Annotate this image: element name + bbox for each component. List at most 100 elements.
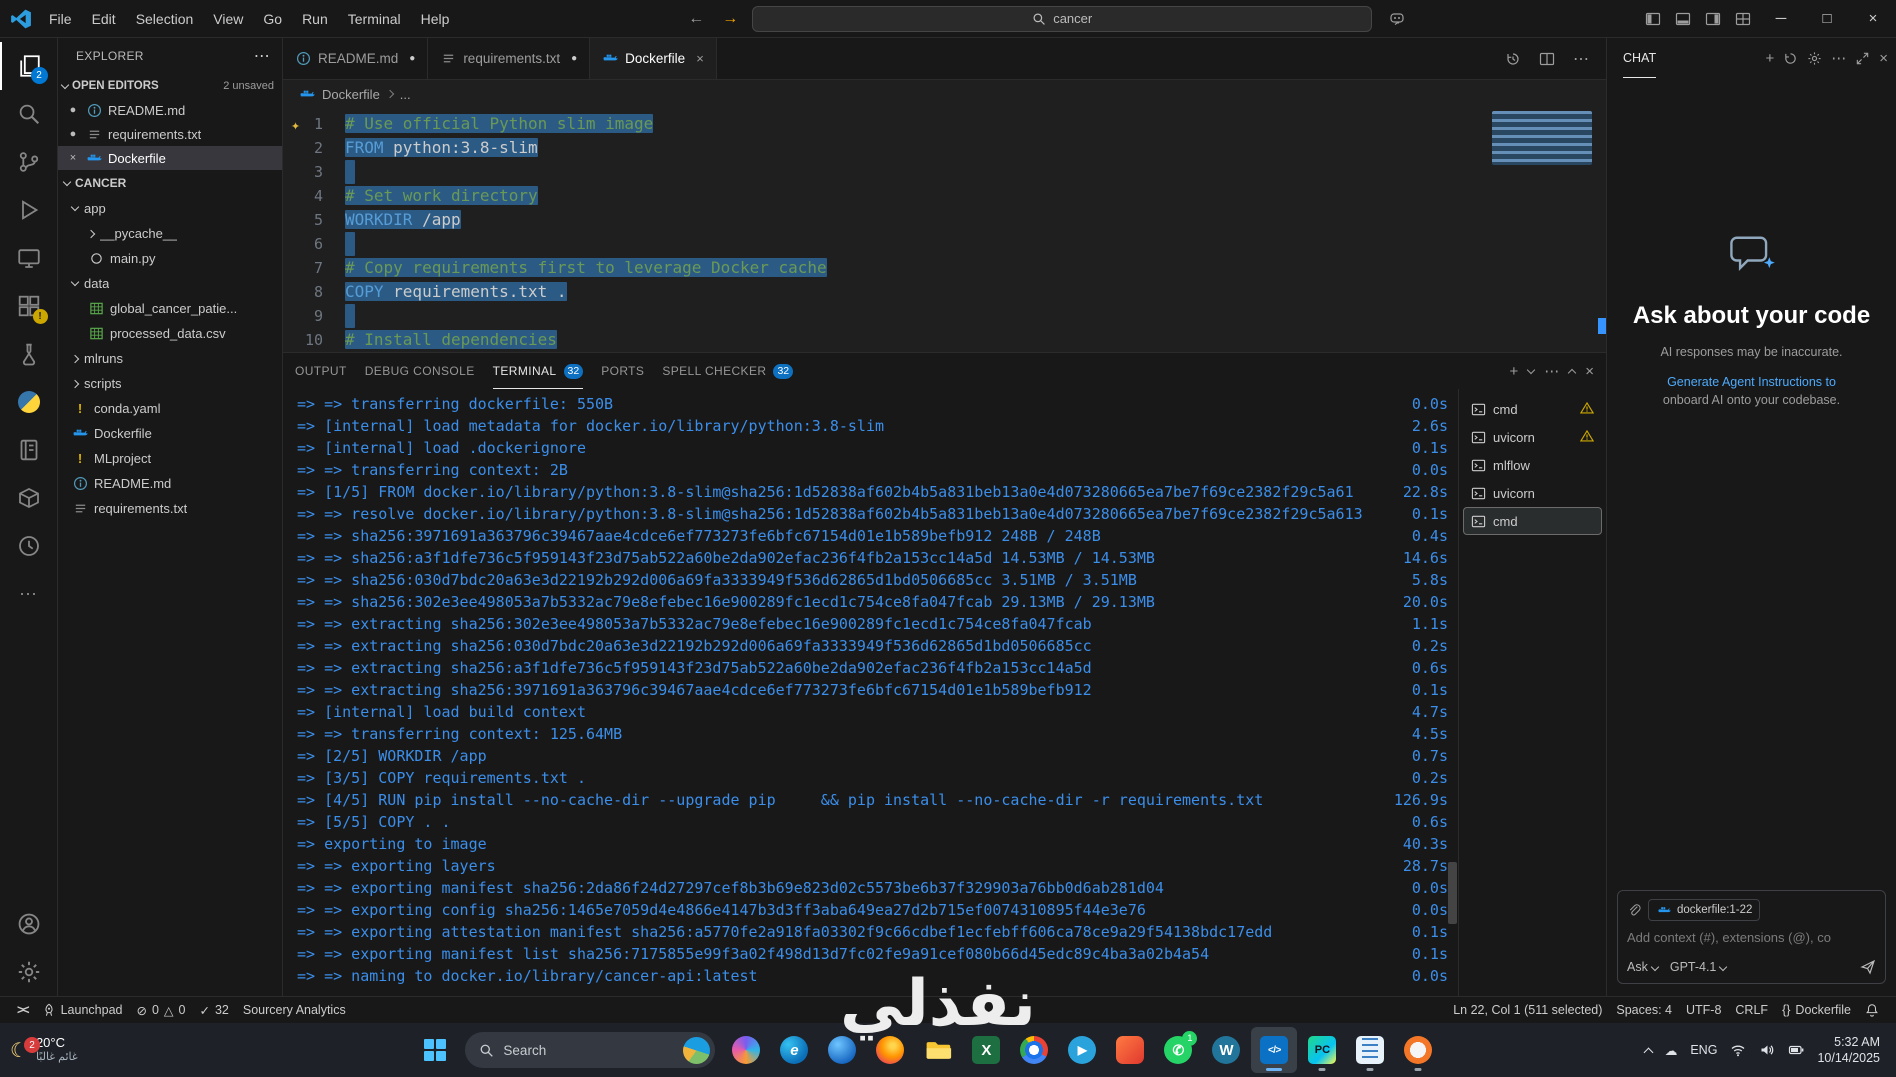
activity-history[interactable] [0,522,58,570]
terminal-scrollbar[interactable] [1446,389,1458,996]
mode-dropdown[interactable]: Ask [1627,960,1660,974]
tab-requirements.txt[interactable]: requirements.txt ● [428,38,591,79]
split-editor-icon[interactable] [1532,44,1562,74]
modified-dot[interactable]: ● [66,128,80,140]
tree-item-processed_data.csv[interactable]: processed_data.csv [58,321,282,346]
menu-terminal[interactable]: Terminal [339,7,410,31]
maximize-button[interactable]: □ [1804,0,1850,37]
taskbar-vscode[interactable]: </> [1251,1027,1298,1073]
tab-Dockerfile[interactable]: Dockerfile × [590,38,717,79]
language-indicator[interactable]: ENG [1690,1043,1717,1057]
taskbar-copilot[interactable] [723,1027,769,1073]
close-icon[interactable]: × [696,51,704,66]
open-editor-README.md[interactable]: ● README.md [58,98,282,122]
notifications-bell[interactable] [1858,997,1886,1023]
panel-tab-debug-console[interactable]: DEBUG CONSOLE [365,353,475,389]
close-panel-icon[interactable]: × [1585,363,1594,380]
taskbar-telegram[interactable]: ▶ [1059,1027,1105,1073]
layout-sidebar-right-icon[interactable] [1698,4,1728,34]
terminal-session-uvicorn[interactable]: uvicorn [1463,423,1602,451]
activity-account[interactable] [0,900,58,948]
wifi-icon[interactable] [1730,1042,1746,1058]
taskbar-search[interactable]: Search [465,1032,716,1068]
activity-extensions[interactable]: ! [0,282,58,330]
onedrive-cloud-icon[interactable]: ☁ [1665,1043,1678,1058]
open-editors-header[interactable]: OPEN EDITORS 2 unsaved [58,74,282,98]
minimap[interactable] [1492,111,1592,165]
chat-settings-icon[interactable] [1807,51,1822,66]
sourcery-status[interactable]: Sourcery Analytics [236,997,353,1023]
activity-source-control[interactable] [0,138,58,186]
paperclip-icon[interactable] [1627,903,1641,917]
launchpad-status[interactable]: Launchpad [35,997,130,1023]
explorer-more-icon[interactable]: ⋯ [254,46,270,66]
send-icon[interactable] [1860,959,1876,975]
activity-remote-explorer[interactable] [0,234,58,282]
panel-tab-terminal[interactable]: TERMINAL 32 [493,353,584,389]
tree-item-global_cancer_patie...[interactable]: global_cancer_patie... [58,296,282,321]
tree-item-MLproject[interactable]: ! MLproject [58,446,282,471]
panel-tab-ports[interactable]: PORTS [601,353,644,389]
taskbar-jupyter[interactable] [1395,1027,1441,1073]
history-icon[interactable] [1498,44,1528,74]
menu-selection[interactable]: Selection [127,7,203,31]
terminal-session-uvicorn[interactable]: uvicorn [1463,479,1602,507]
copilot-sparkle-icon[interactable]: ✦ [291,116,300,134]
menu-go[interactable]: Go [254,7,291,31]
remote-indicator[interactable]: >< [10,997,35,1023]
problems-status[interactable]: ⊘ 0 △ 0 [129,997,192,1023]
chat-input-box[interactable]: dockerfile:1-22 Add context (#), extensi… [1617,890,1886,984]
activity-testing[interactable] [0,330,58,378]
tree-item-conda.yaml[interactable]: ! conda.yaml [58,396,282,421]
menu-edit[interactable]: Edit [83,7,125,31]
terminal-session-mlflow[interactable]: mlflow [1463,451,1602,479]
layout-customize-icon[interactable] [1728,4,1758,34]
tree-item-__pycache__[interactable]: __pycache__ [58,221,282,246]
new-terminal-icon[interactable]: + [1509,363,1518,380]
spell-checker-status[interactable]: ✓ 32 [193,997,236,1023]
activity-settings[interactable] [0,948,58,996]
taskbar-app-orange[interactable] [1107,1027,1153,1073]
chat-tab[interactable]: CHAT [1623,38,1656,78]
chat-expand-icon[interactable] [1855,51,1870,66]
eol-status[interactable]: CRLF [1728,997,1775,1023]
start-button[interactable] [413,1028,457,1072]
forward-arrow-icon[interactable]: → [718,10,742,28]
command-center-search[interactable]: cancer [752,5,1373,32]
tree-item-app[interactable]: app [58,196,282,221]
editor-more-icon[interactable]: ⋯ [1566,44,1596,74]
battery-icon[interactable] [1788,1042,1804,1058]
new-chat-icon[interactable]: + [1765,50,1774,67]
activity-explorer[interactable]: 2 [0,42,58,90]
menu-help[interactable]: Help [412,7,459,31]
tree-root-cancer[interactable]: CANCER [58,170,282,196]
breadcrumb[interactable]: Dockerfile ... [283,80,1606,108]
chat-close-icon[interactable]: × [1879,50,1888,67]
chat-input[interactable]: Add context (#), extensions (@), co [1627,930,1876,945]
activity-more[interactable]: ⋯ [0,570,58,618]
chat-history-icon[interactable] [1783,51,1798,66]
taskbar-notepad[interactable] [1347,1027,1393,1073]
bing-daily-icon[interactable] [683,1036,711,1064]
tree-item-main.py[interactable]: main.py [58,246,282,271]
tab-README.md[interactable]: README.md ● [283,38,429,79]
close-button[interactable]: × [1850,0,1896,37]
menu-view[interactable]: View [204,7,252,31]
activity-search[interactable] [0,90,58,138]
activity-python[interactable] [0,378,58,426]
activity-notebook[interactable] [0,426,58,474]
modified-dot[interactable]: ● [66,104,80,116]
generate-agent-instructions-link[interactable]: Generate Agent Instructions to [1667,375,1836,389]
maximize-panel-icon[interactable] [1567,368,1577,377]
menu-file[interactable]: File [40,7,81,31]
copilot-menu-icon[interactable] [1382,4,1412,34]
terminal-session-cmd[interactable]: cmd [1463,507,1602,535]
taskbar-wordpress[interactable]: W [1203,1027,1249,1073]
hidden-icons-chevron[interactable] [1643,1047,1654,1057]
close-icon[interactable]: × [66,152,80,164]
layout-sidebar-left-icon[interactable] [1638,4,1668,34]
taskbar-pycharm[interactable]: PC [1299,1027,1345,1073]
panel-tab-spell-checker[interactable]: SPELL CHECKER 32 [662,353,794,389]
model-dropdown[interactable]: GPT-4.1 [1670,960,1728,974]
menu-run[interactable]: Run [293,7,337,31]
